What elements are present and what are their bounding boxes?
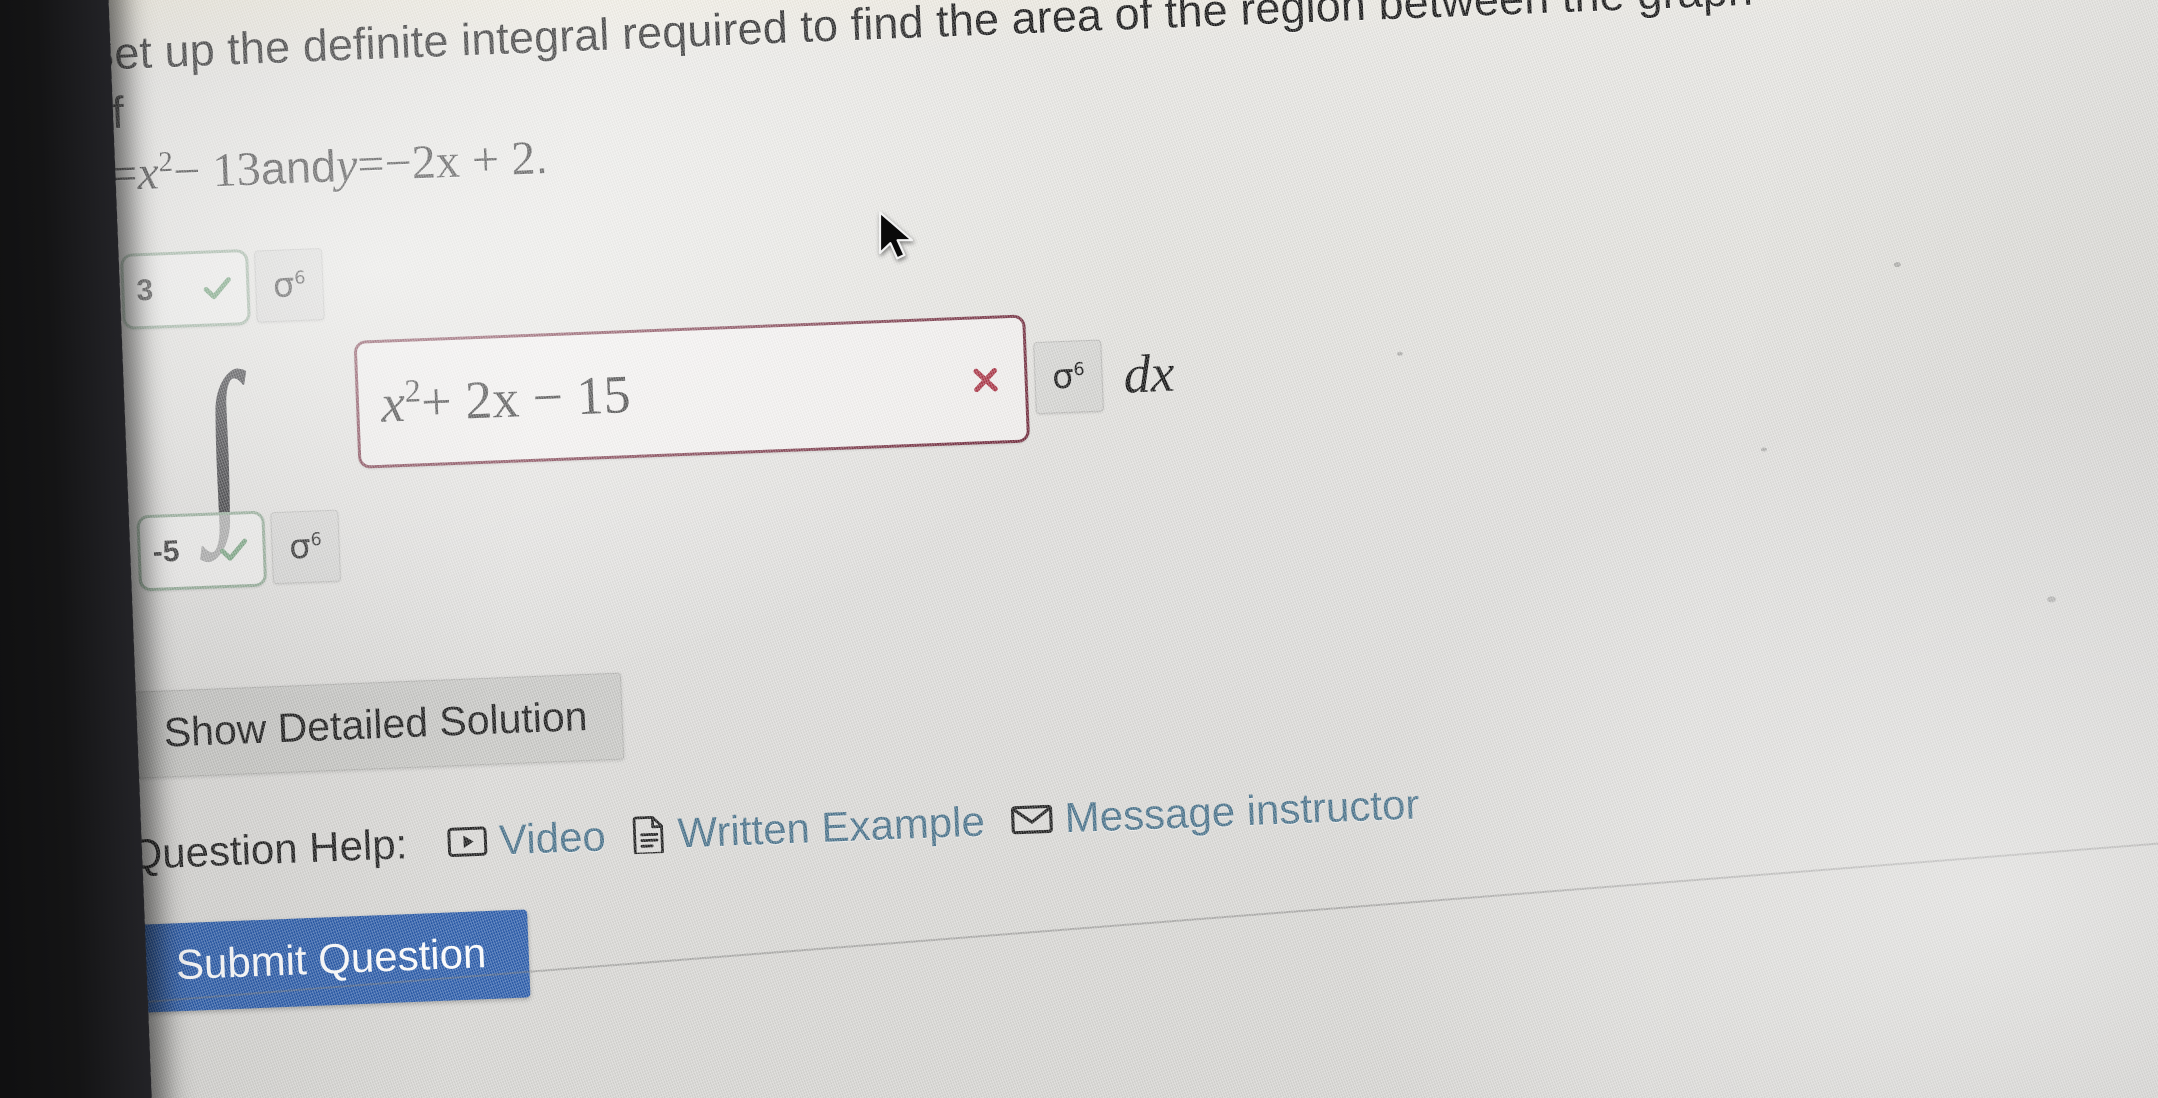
upper-limit-value: 3 (135, 273, 154, 308)
help-link-video-label: Video (498, 812, 607, 864)
formula-glyph-sup: 6 (293, 268, 306, 289)
check-icon (203, 277, 231, 300)
upper-limit-row: 3 σ6 (119, 246, 325, 331)
lower-limit-row: -5 σ6 (136, 508, 342, 592)
integrand-row: x2+ 2x − 15 σ6 dx (353, 309, 1177, 469)
document-icon (631, 815, 666, 855)
sigma-icon: σ6 (272, 265, 306, 307)
equation-two-lhs: y (335, 138, 359, 193)
upper-limit-input[interactable]: 3 (119, 249, 251, 331)
integrand-input[interactable]: x2+ 2x − 15 (353, 314, 1031, 469)
lower-limit-input[interactable]: -5 (136, 510, 268, 592)
equation-two-equals: = (356, 137, 386, 192)
x-icon (973, 368, 998, 393)
mouse-cursor (878, 211, 914, 260)
equation-two: y=−2x + 2 (335, 131, 536, 192)
question-help-label: Question Help: (128, 820, 409, 879)
question-help-row: Question Help: Video Written Example Mes… (129, 753, 2115, 879)
show-detailed-solution-button[interactable]: Show Detailed Solution (127, 672, 625, 780)
integrand-formula-button[interactable]: σ6 (1033, 339, 1104, 415)
help-link-written-example[interactable]: Written Example (631, 798, 986, 860)
formula-glyph-base: σ (288, 526, 312, 568)
check-icon (219, 538, 248, 561)
integrand-base: x (379, 373, 407, 434)
prompt-text-line1: Set up the definite integral required to… (83, 0, 1753, 140)
integral-expression: 3 σ6 ∫ x2+ 2x − 15 σ6 dx -5 σ6 (92, 177, 2107, 675)
integrand-exponent: 2 (403, 373, 422, 410)
equation-one-rest: − 13 (172, 142, 262, 199)
prompt-period: . (534, 131, 549, 184)
prompt-conjunction: and (259, 140, 338, 195)
formula-glyph-sup: 6 (310, 530, 323, 551)
help-link-written-example-label: Written Example (676, 797, 986, 857)
screenshot-root: Set up the definite integral required to… (0, 0, 2158, 1098)
lower-limit-formula-button[interactable]: σ6 (270, 509, 342, 585)
lower-limit-value: -5 (152, 534, 181, 570)
question-prompt: Set up the definite integral required to… (83, 0, 1789, 207)
formula-glyph-base: σ (272, 265, 296, 307)
integrand-rest: + 2x − 15 (420, 364, 632, 433)
photographed-screen: Set up the definite integral required to… (0, 0, 2158, 1098)
equation-two-rest: −2x + 2 (383, 131, 537, 191)
equation-one-base: x (136, 146, 160, 200)
sigma-icon: σ6 (288, 527, 323, 568)
envelope-icon (1010, 803, 1053, 837)
upper-limit-formula-button[interactable]: σ6 (253, 248, 325, 323)
formula-glyph-sup: 6 (1073, 359, 1086, 381)
question-panel: Set up the definite integral required to… (83, 0, 2120, 1014)
video-play-icon (447, 825, 488, 859)
differential-label: dx (1122, 342, 1176, 405)
help-link-message-instructor[interactable]: Message instructor (1010, 781, 1420, 845)
help-link-message-instructor-label: Message instructor (1063, 780, 1421, 842)
formula-glyph-base: σ (1051, 356, 1075, 398)
sigma-icon: σ6 (1051, 357, 1086, 398)
help-link-video[interactable]: Video (446, 812, 607, 866)
integrand-expression: x2+ 2x − 15 (380, 363, 632, 435)
